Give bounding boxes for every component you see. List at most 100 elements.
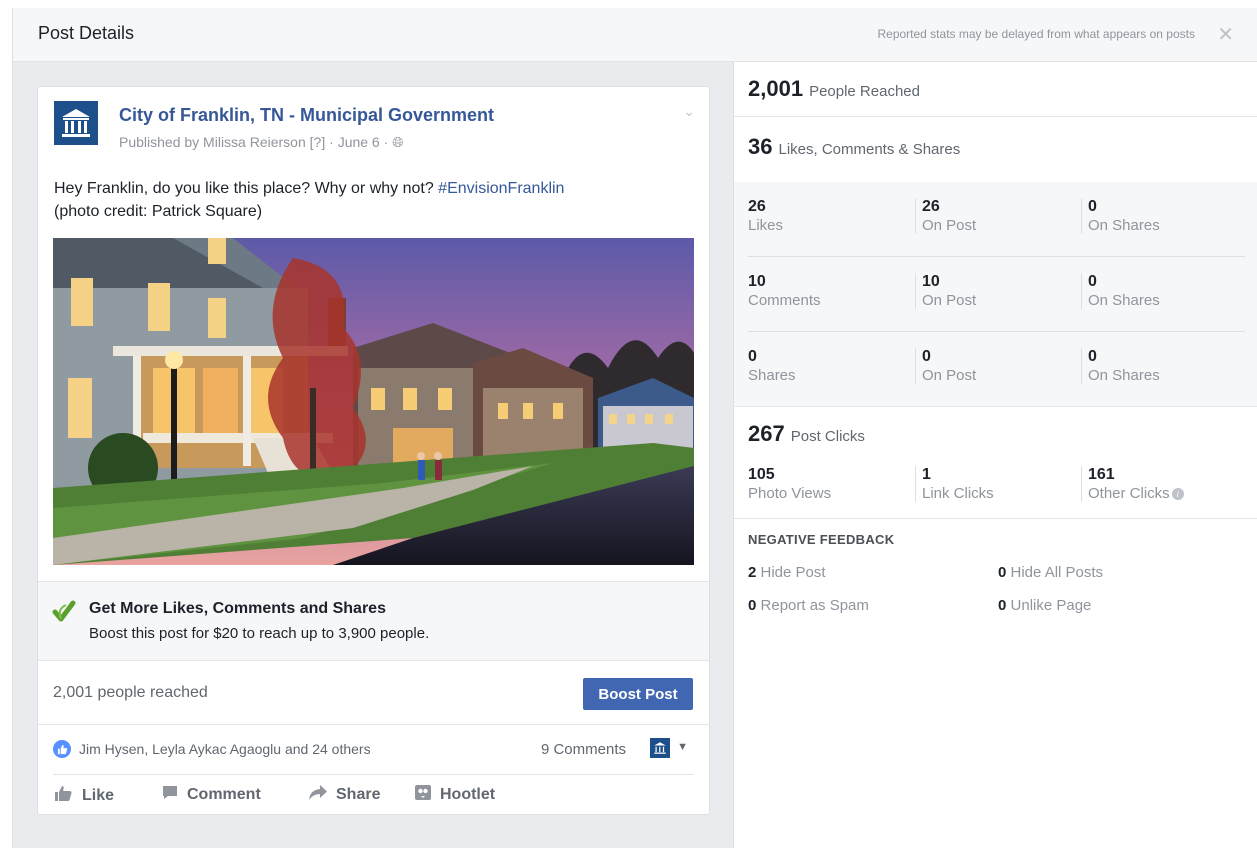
post-actions: Like Comment Share Hootlet: [53, 777, 694, 815]
comments-row: 10 Comments 10 On Post 0 On Shares: [748, 257, 1245, 332]
post-date[interactable]: June 6: [338, 134, 380, 150]
likes-row: 26 Likes 26 On Post 0 On Shares: [748, 182, 1245, 257]
engagement-breakdown: 26 Likes 26 On Post 0 On Shares 10 Comme…: [734, 182, 1257, 407]
boost-promo-heading: Get More Likes, Comments and Shares: [89, 600, 386, 617]
comments-on-shares: 0 On Shares: [1081, 273, 1160, 309]
post-card: City of Franklin, TN - Municipal Governm…: [37, 86, 710, 815]
stat-label: Link Clicks: [922, 485, 994, 502]
post-clicks-stat: 267 Post Clicks: [748, 421, 865, 447]
page-avatar-small[interactable]: [650, 738, 670, 758]
hootlet-label: Hootlet: [440, 786, 496, 803]
photo-views: 105 Photo Views: [748, 466, 831, 502]
like-action[interactable]: Like: [55, 785, 114, 806]
likes-total: 26 Likes: [748, 198, 783, 234]
other-clicks-caption: Other Clicks i: [1088, 485, 1184, 502]
hide-post-stat: 2 Hide Post: [748, 564, 826, 581]
stat-label: Other Clicks: [1088, 485, 1170, 502]
stat-value: 10: [748, 273, 766, 290]
negative-feedback-title: NEGATIVE FEEDBACK: [748, 532, 895, 547]
people-reached-value: 2,001: [748, 76, 804, 101]
share-label: Share: [336, 786, 381, 803]
post-message: Hey Franklin, do you like this place? Wh…: [54, 177, 694, 223]
likes-on-post: 26 On Post: [915, 198, 976, 234]
boost-post-button[interactable]: Boost Post: [583, 678, 693, 710]
post-details-dialog: Post Details Reported stats may be delay…: [12, 8, 1257, 848]
stat-value: 0: [998, 564, 1007, 581]
post-clicks-breakdown: 105 Photo Views 1 Link Clicks 161 Other …: [748, 460, 1245, 510]
stat-value: 0: [748, 597, 757, 614]
engagement-value: 36: [748, 134, 773, 159]
stat-label: Unlike Page: [1010, 597, 1092, 614]
likes-on-shares: 0 On Shares: [1081, 198, 1160, 234]
comments-count-link[interactable]: 9 Comments: [541, 741, 626, 758]
stats-panel: 2,001 People Reached 36 Likes, Comments & …: [733, 62, 1257, 848]
stat-value: 0: [922, 348, 931, 365]
post-photo[interactable]: [53, 238, 694, 565]
reactors-link[interactable]: Jim Hysen, Leyla Aykac Agaoglu and 24 ot…: [79, 741, 371, 757]
stat-value: 0: [1088, 348, 1097, 365]
stat-label: Photo Views: [748, 485, 832, 502]
shares-on-post: 0 On Post: [915, 348, 976, 384]
leaf-check-icon: [52, 600, 76, 622]
hootlet-action[interactable]: Hootlet: [415, 785, 495, 805]
stat-value: 0: [998, 597, 1007, 614]
page-name-link[interactable]: City of Franklin, TN - Municipal Governm…: [119, 105, 494, 126]
people-reached-stat: 2,001 People Reached: [734, 62, 1257, 117]
globe-icon: 🌐︎: [392, 134, 404, 150]
stat-label: Comments: [748, 292, 821, 309]
stat-label: On Post: [922, 367, 977, 384]
chevron-down-icon[interactable]: ⌄: [683, 103, 695, 120]
city-hall-logo-icon: [62, 109, 90, 137]
message-credit: (photo credit: Patrick Square): [54, 203, 263, 220]
stat-value: 0: [1088, 273, 1097, 290]
stat-label: Shares: [748, 367, 796, 384]
comments-on-post: 10 On Post: [915, 273, 976, 309]
info-icon[interactable]: i: [1171, 488, 1184, 501]
post-clicks-value: 267: [748, 421, 785, 446]
stat-value: 0: [1088, 198, 1097, 215]
stat-value: 105: [748, 466, 775, 483]
people-reached-text: 2,001 people reached: [53, 684, 208, 701]
engagement-label: Likes, Comments & Shares: [778, 141, 961, 158]
stat-label: On Shares: [1088, 292, 1160, 309]
dialog-header: Post Details Reported stats may be delay…: [13, 8, 1257, 62]
stats-delay-note: Reported stats may be delayed from what …: [877, 27, 1195, 41]
share-action[interactable]: Share: [309, 785, 380, 805]
boost-promo-banner: Get More Likes, Comments and Shares Boos…: [38, 581, 709, 661]
divider: [734, 518, 1257, 519]
shares-on-shares: 0 On Shares: [1081, 348, 1160, 384]
unlike-page-stat: 0 Unlike Page: [998, 597, 1091, 614]
link-clicks: 1 Link Clicks: [915, 466, 994, 502]
comment-action[interactable]: Comment: [162, 785, 261, 805]
dialog-title: Post Details: [38, 23, 135, 43]
reach-row: 2,001 people reached Boost Post: [38, 661, 709, 725]
stat-label: On Post: [922, 217, 977, 234]
stat-label: Likes: [748, 217, 784, 234]
engagement-stat: 36 Likes, Comments & Shares: [734, 117, 1257, 182]
stat-label: On Post: [922, 292, 977, 309]
stat-label: Report as Spam: [760, 597, 869, 614]
stat-label: On Shares: [1088, 217, 1160, 234]
close-icon[interactable]: ✕: [1217, 22, 1234, 47]
stat-label: Hide Post: [760, 564, 826, 581]
report-spam-stat: 0 Report as Spam: [748, 597, 869, 614]
page-avatar[interactable]: [54, 101, 98, 145]
other-clicks: 161 Other Clicks i: [1081, 466, 1184, 502]
post-clicks-label: Post Clicks: [790, 428, 865, 445]
reactions-row: Jim Hysen, Leyla Aykac Agaoglu and 24 ot…: [53, 725, 694, 775]
like-reaction-icon: [53, 740, 71, 758]
hashtag-link[interactable]: #EnvisionFranklin: [438, 180, 564, 197]
help-link[interactable]: [?]: [310, 134, 326, 150]
shares-row: 0 Shares 0 On Post 0 On Shares: [748, 332, 1245, 407]
comments-total: 10 Comments: [748, 273, 821, 309]
boost-promo-subtext: Boost this post for $20 to reach up to 3…: [89, 625, 430, 642]
thumbs-up-icon: [55, 785, 73, 806]
publisher[interactable]: Published by Milissa Reierson: [119, 134, 306, 150]
stat-label: On Shares: [1088, 367, 1160, 384]
hide-all-posts-stat: 0 Hide All Posts: [998, 564, 1103, 581]
comment-icon: [162, 785, 178, 805]
caret-down-icon[interactable]: ▼: [677, 741, 688, 753]
stat-value: 26: [922, 198, 940, 215]
comment-label: Comment: [187, 786, 261, 803]
like-label: Like: [82, 786, 115, 804]
